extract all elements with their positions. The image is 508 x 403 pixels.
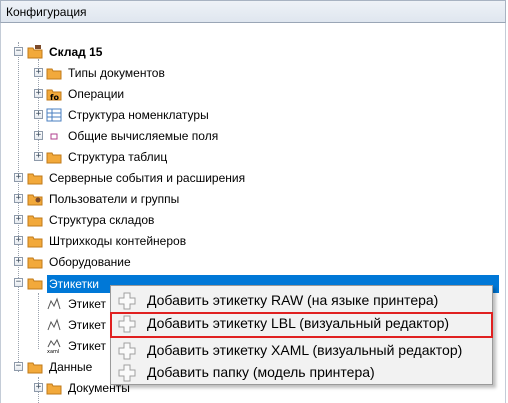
menu-item-add-printer-folder[interactable]: Добавить папку (модель принтера) (113, 361, 490, 383)
selected-node-label: Этикетки (49, 277, 99, 291)
tree-node-warehouse-structure[interactable]: + Структура складов (1, 210, 501, 230)
tree-node-label: Типы документов (68, 66, 165, 80)
warehouse-folder-icon (27, 45, 43, 59)
expand-icon[interactable]: + (34, 89, 43, 98)
tree-node-label: Общие вычисляемые поля (68, 129, 219, 143)
folder-icon (27, 215, 43, 227)
expand-icon[interactable]: + (34, 68, 43, 77)
menu-item-add-xaml-label[interactable]: Добавить этикетку XAML (визуальный редак… (113, 339, 490, 361)
add-plus-icon (118, 315, 136, 333)
add-plus-icon (118, 364, 136, 382)
menu-item-label: Добавить этикетку LBL (визуальный редакт… (147, 315, 450, 331)
tree-node-container-barcodes[interactable]: + Штрихкоды контейнеров (1, 231, 501, 251)
tree-node-label: Этикет (68, 339, 106, 353)
folder-icon (46, 152, 62, 164)
xaml-file-icon: xaml (47, 338, 61, 354)
menu-item-add-lbl-label[interactable]: Добавить этикетку LBL (визуальный редакт… (110, 312, 493, 338)
menu-item-label: Добавить этикетку XAML (визуальный редак… (147, 342, 463, 358)
svg-text:fo: fo (50, 93, 59, 102)
tree-node-label: Операции (68, 87, 125, 101)
tree-node-users-groups[interactable]: + Пользователи и группы (1, 189, 501, 209)
folder-icon (46, 68, 62, 80)
tree-node-label: Структура таблиц (68, 150, 168, 164)
folder-icon (27, 257, 43, 269)
tree-node-label: Пользователи и группы (49, 192, 180, 206)
tree-node-document-types[interactable]: + Типы документов (1, 63, 501, 83)
menu-item-label: Добавить папку (модель принтера) (147, 364, 375, 380)
expand-icon[interactable]: + (34, 131, 43, 140)
menu-item-label: Добавить этикетку RAW (на языке принтера… (147, 292, 439, 308)
collapse-icon[interactable]: − (14, 47, 23, 56)
expand-icon[interactable]: + (14, 257, 23, 266)
tree-node-root[interactable]: − Склад 15 (1, 42, 501, 62)
tree-node-table-structure[interactable]: + Структура таблиц (1, 147, 501, 167)
table-icon (46, 108, 62, 122)
folder-icon (46, 383, 62, 395)
collapse-icon[interactable]: − (14, 362, 23, 371)
tree-node-label: Структура складов (49, 213, 155, 227)
tree-node-operations[interactable]: + fo Операции (1, 84, 501, 104)
expand-icon[interactable]: + (34, 110, 43, 119)
folder-icon (27, 362, 43, 374)
svg-text:xaml: xaml (47, 349, 59, 354)
tree-node-label: Серверные события и расширения (49, 171, 246, 185)
add-plus-icon (118, 342, 136, 360)
window-title: Конфигурация (6, 5, 87, 19)
users-folder-icon (27, 194, 43, 206)
operations-folder-icon: fo (46, 89, 62, 102)
folder-icon (27, 236, 43, 248)
tree-node-label: Данные (49, 360, 93, 374)
tree-node-label: Структура номенклатуры (68, 108, 209, 122)
tree-node-computed-fields[interactable]: + Общие вычисляемые поля (1, 126, 501, 146)
expand-icon[interactable]: + (14, 236, 23, 245)
expand-icon[interactable]: + (34, 383, 43, 392)
expand-icon[interactable]: + (34, 152, 43, 161)
collapse-icon[interactable]: − (14, 278, 23, 287)
expand-icon[interactable]: + (14, 173, 23, 182)
add-plus-icon (118, 292, 136, 310)
folder-icon (27, 173, 43, 185)
root-label: Склад 15 (49, 45, 103, 59)
window-title-bar: Конфигурация (0, 0, 506, 23)
context-menu: Добавить этикетку RAW (на языке принтера… (110, 285, 493, 385)
tree-node-equipment[interactable]: + Оборудование (1, 252, 501, 272)
tree-node-nomenclature-structure[interactable]: + Структура номенклатуры (1, 105, 501, 125)
tree-node-label: Штрихкоды контейнеров (49, 234, 187, 248)
menu-item-add-raw-label[interactable]: Добавить этикетку RAW (на языке принтера… (113, 289, 490, 311)
label-file-icon (47, 297, 61, 310)
expand-icon[interactable]: + (14, 194, 23, 203)
folder-icon (27, 278, 43, 290)
tree-node-label: Этикет (68, 318, 106, 332)
tree-node-server-events[interactable]: + Серверные события и расширения (1, 168, 501, 188)
label-file-icon (47, 318, 61, 331)
field-icon (50, 133, 58, 140)
tree-node-label: Оборудование (49, 255, 131, 269)
tree-node-label: Этикет (68, 297, 106, 311)
expand-icon[interactable]: + (14, 215, 23, 224)
